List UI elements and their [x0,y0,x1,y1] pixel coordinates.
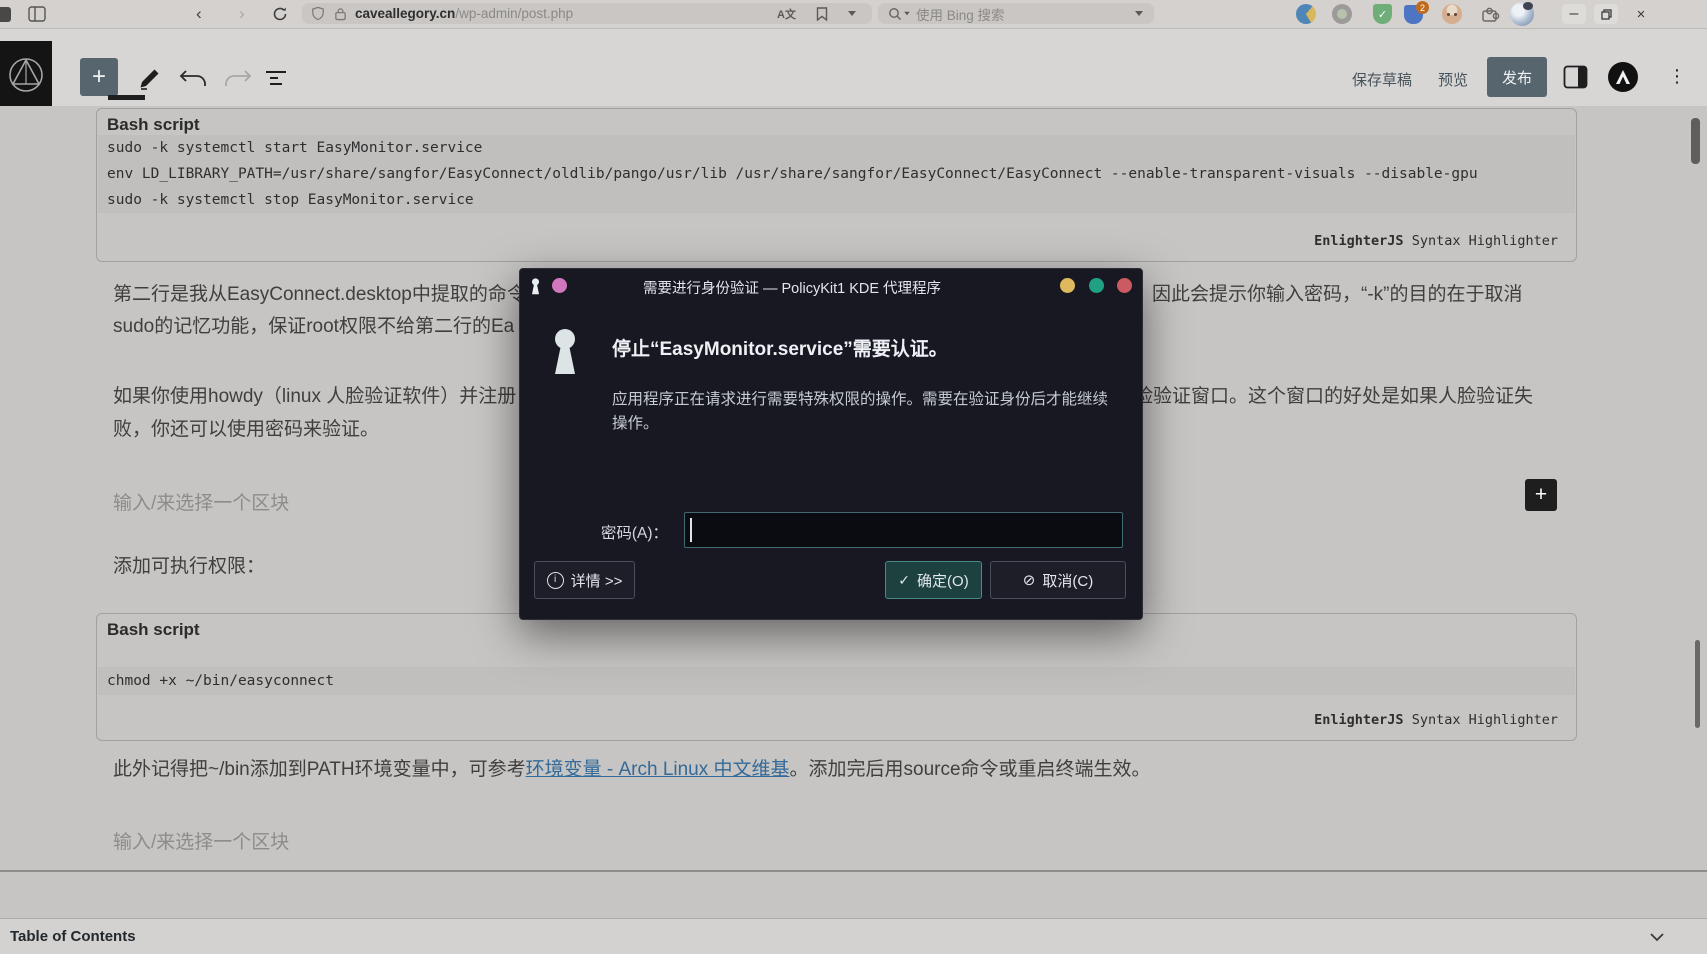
search-bar-dropdown-icon[interactable] [1135,11,1143,16]
adguard-shield-icon[interactable]: ✓ [1373,4,1392,24]
toc-metabox-header[interactable]: Table of Contents [0,918,1707,954]
editor-header: + 保存草稿 预览 发布 ⋮ [0,28,1707,106]
url-domain: caveallegory.cn [355,6,456,21]
code-line[interactable]: sudo -k systemctl stop EasyMonitor.servi… [107,187,474,213]
browser-profile-avatar[interactable] [1510,2,1534,26]
maximize-button[interactable] [1594,4,1618,24]
options-menu-icon[interactable]: ⋮ [1668,66,1686,87]
undo-icon[interactable] [179,70,207,88]
user-avatar[interactable] [1608,62,1638,92]
password-label: 密码(A)： [600,525,668,542]
close-button[interactable]: × [1629,4,1653,24]
site-logo[interactable] [0,41,52,106]
search-icon [889,7,902,20]
cancel-icon: ⊘ [1022,572,1036,589]
info-icon: i [546,571,564,589]
scrollbar-thumb[interactable] [1691,118,1700,164]
policykit-auth-dialog: 需要进行身份验证 — PolicyKit1 KDE 代理程序 停止“EasyMo… [519,268,1143,620]
paragraph-text[interactable]: 脸验证窗口。这个窗口的好处是如果人脸验证失 [1134,385,1533,409]
cancel-button[interactable]: ⊘ 取消(C) [990,561,1126,599]
code-block-language-label: Bash script [107,620,200,639]
inline-inserter-button[interactable]: + [1525,479,1557,511]
dialog-heading: 停止“EasyMonitor.service”需要认证。 [612,339,948,360]
dialog-description-line2: 操作。 [612,415,659,432]
code-block-easymonitor[interactable]: Bash script sudo -k systemctl start Easy… [96,108,1577,262]
save-draft-button[interactable]: 保存草稿 [1352,69,1412,90]
paragraph-text[interactable]: 因此会提示你输入密码，“-k”的目的在于取消 [1152,283,1522,307]
lock-icon [335,7,346,20]
translate-icon[interactable]: A文 [777,6,796,22]
block-toolbar-fragment [108,95,145,100]
settings-panel-icon[interactable] [1563,65,1588,89]
reload-button[interactable] [272,6,288,22]
list-view-icon[interactable] [266,70,290,86]
paragraph-text[interactable]: 败，你还可以使用密码来验证。 [113,418,379,442]
paragraph-with-link: 此外记得把~/bin添加到PATH环境变量中，可参考环境变量 - Arch Li… [113,759,1151,780]
avatar-logo-icon [1616,70,1630,84]
block-placeholder[interactable]: 输入/来选择一个区块 [113,827,289,854]
url-bar[interactable]: caveallegory.cn/wp-admin/post.php A文 [302,3,872,24]
face-extension-icon[interactable] [1442,4,1462,24]
password-input[interactable] [684,512,1123,548]
extension-bowl-icon[interactable] [1296,4,1316,24]
blue-shield-extension-icon[interactable]: 2 [1404,1,1429,24]
toc-collapse-chevron-icon[interactable] [1650,933,1664,942]
dialog-title: 需要进行身份验证 — PolicyKit1 KDE 代理程序 [642,281,942,297]
search-placeholder: 使用 Bing 搜索 [916,7,1005,23]
bookmark-icon[interactable] [816,7,828,21]
site-logo-emblem-icon [9,57,43,92]
forward-button[interactable]: › [239,0,245,28]
ok-button[interactable]: ✓ 确定(O) [885,561,982,599]
editor-bottom-divider [0,870,1707,872]
paragraph-text[interactable]: 如果你使用howdy（linux 人脸验证软件）并注册 [113,385,516,409]
window-minimize-icon[interactable] [1060,278,1075,293]
search-engine-dropdown-icon[interactable] [904,11,910,16]
arch-wiki-link[interactable]: 环境变量 - Arch Linux 中文维基 [526,759,790,780]
window-maximize-icon[interactable] [1089,278,1104,293]
preview-button[interactable]: 预览 [1438,69,1468,90]
permissions-shield-icon[interactable] [311,6,325,21]
edit-tool-icon[interactable] [137,68,163,90]
extension-badge: 2 [1416,1,1429,14]
scrollbar-thumb-secondary[interactable] [1695,640,1700,728]
dialog-description-line1: 应用程序正在请求进行需要特殊权限的操作。需要在验证身份后才能继续 [612,391,1109,408]
publish-button[interactable]: 发布 [1487,57,1547,97]
check-icon: ✓ [898,571,911,588]
url-path: /wp-admin/post.php [455,6,574,21]
code-line[interactable]: chmod +x ~/bin/easyconnect [107,668,334,694]
code-block-language-label: Bash script [107,115,200,134]
search-bar[interactable]: 使用 Bing 搜索 [878,3,1154,24]
paragraph-text[interactable]: 第二行是我从EasyConnect.desktop中提取的命令 [113,283,526,307]
extensions-puzzle-icon[interactable] [1480,4,1500,24]
code-line[interactable]: sudo -k systemctl start EasyMonitor.serv… [107,135,482,161]
minimize-button[interactable]: – [1562,4,1586,24]
code-line[interactable]: env LD_LIBRARY_PATH=/usr/share/sangfor/E… [107,161,1478,187]
block-placeholder[interactable]: 输入/来选择一个区块 [113,488,289,515]
toc-title: Table of Contents [10,928,136,945]
details-button[interactable]: i 详情 >> [534,561,635,599]
block-inserter-button[interactable]: + [80,58,118,96]
dialog-titlebar[interactable]: 需要进行身份验证 — PolicyKit1 KDE 代理程序 [520,269,1142,303]
window-close-icon[interactable] [1117,278,1132,293]
sidebar-toggle-icon[interactable] [28,6,46,22]
keyhole-icon [555,329,575,374]
browser-toolbar: ‹ › caveallegory.cn/wp-admin/post.php A文… [0,0,1707,29]
redo-icon[interactable] [224,70,252,88]
paragraph-text[interactable]: 添加可执行权限： [113,555,265,579]
paragraph-text[interactable]: sudo的记忆功能，保证root权限不给第二行的Ea [113,315,514,339]
back-button[interactable]: ‹ [196,0,202,28]
enlighter-attribution: EnlighterJS Syntax Highlighter [1314,712,1558,728]
extension-gray-circle-icon[interactable] [1332,4,1352,24]
pinned-app-icon[interactable] [0,7,11,22]
enlighter-attribution: EnlighterJS Syntax Highlighter [1314,233,1558,249]
url-dropdown-icon[interactable] [848,11,856,16]
code-block-chmod[interactable]: Bash script chmod +x ~/bin/easyconnect E… [96,613,1577,741]
text-cursor [690,518,692,542]
